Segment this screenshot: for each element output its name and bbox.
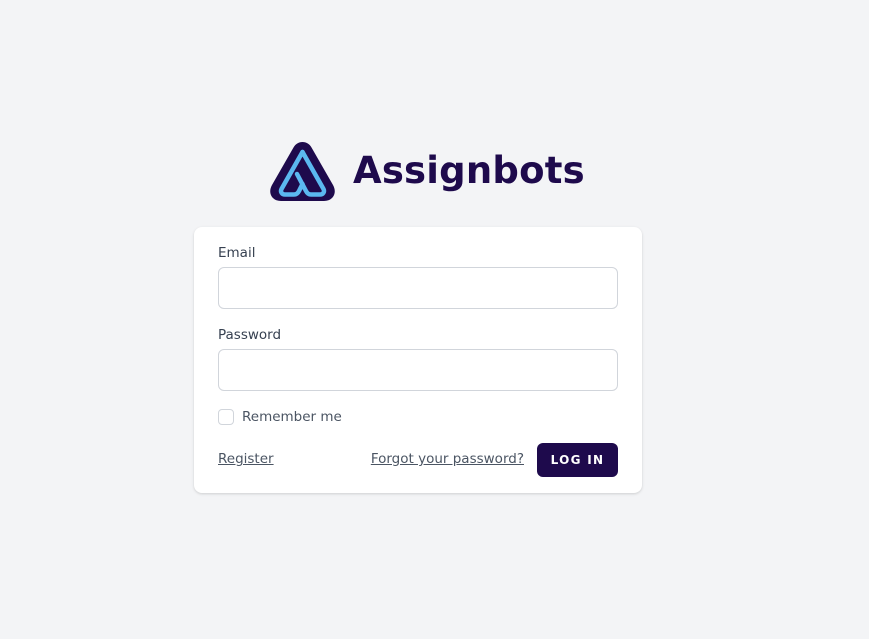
brand-header: Assignbots: [268, 139, 585, 203]
login-card: Email Password Remember me Register Forg…: [194, 227, 642, 493]
password-field[interactable]: [218, 349, 618, 391]
forgot-password-link[interactable]: Forgot your password?: [371, 451, 524, 467]
remember-me-label[interactable]: Remember me: [242, 409, 342, 425]
register-link[interactable]: Register: [218, 451, 274, 467]
assignbots-logo-icon: [270, 142, 335, 201]
remember-me-row: Remember me: [218, 408, 342, 426]
remember-me-checkbox[interactable]: [218, 409, 234, 425]
login-button[interactable]: LOG IN: [537, 443, 618, 477]
email-label: Email: [218, 245, 256, 261]
email-field[interactable]: [218, 267, 618, 309]
brand-name: Assignbots: [353, 149, 585, 192]
password-label: Password: [218, 327, 282, 343]
